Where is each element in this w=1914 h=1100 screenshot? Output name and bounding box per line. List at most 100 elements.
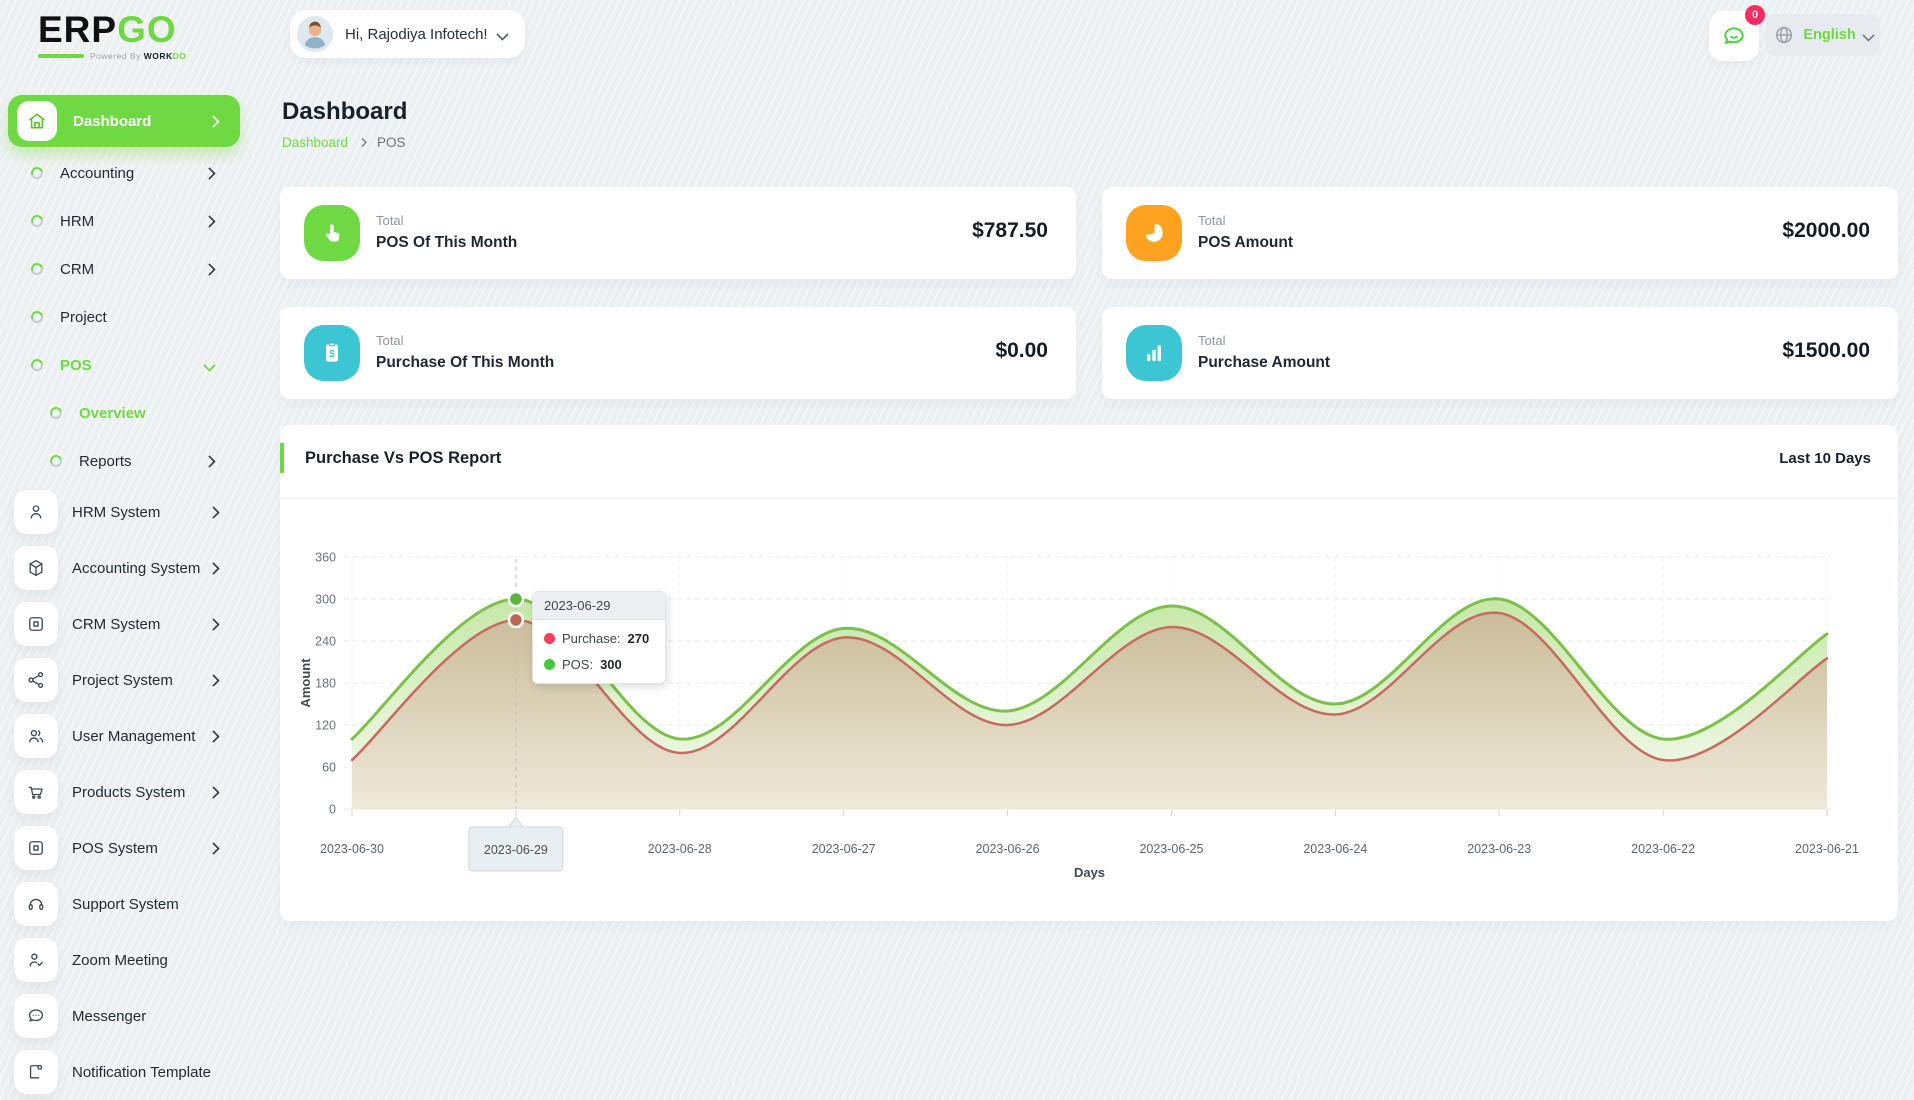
- sidebar-item-accounting[interactable]: Accounting: [0, 149, 248, 197]
- svg-text:Amount: Amount: [298, 658, 313, 708]
- messages-button[interactable]: 0: [1709, 11, 1759, 61]
- sidebar-item-pos[interactable]: POS: [0, 341, 248, 389]
- stat-title: POS Of This Month: [376, 234, 517, 252]
- template-icon: [14, 1050, 58, 1094]
- bullet-icon: [48, 453, 64, 469]
- sidebar-main-menu: Accounting HRM CRM Project POS Overview: [0, 149, 248, 485]
- svg-text:120: 120: [315, 719, 336, 733]
- tooltip-date: 2023-06-29: [533, 592, 665, 620]
- sidebar-item-crm[interactable]: CRM: [0, 245, 248, 293]
- cube-icon: [14, 546, 58, 590]
- sidebar-item-pos-system[interactable]: POS System: [0, 820, 248, 876]
- svg-text:180: 180: [315, 677, 336, 691]
- chart-tooltip: 2023-06-29 Purchase: 270 POS: 300: [532, 591, 666, 684]
- svg-text:2023-06-28: 2023-06-28: [648, 842, 712, 856]
- stat-value: $787.50: [972, 219, 1048, 243]
- svg-text:2023-06-24: 2023-06-24: [1303, 842, 1367, 856]
- window-icon: [14, 826, 58, 870]
- sidebar-item-notification-template[interactable]: Notification Template: [0, 1044, 248, 1100]
- sidebar-item-hrm[interactable]: HRM: [0, 197, 248, 245]
- pie-chart-icon: [1126, 205, 1182, 261]
- svg-text:2023-06-29: 2023-06-29: [484, 843, 548, 857]
- chevron-right-icon: [207, 618, 220, 631]
- sidebar: ERPGO Powered By WORKDO Dashboard Accoun…: [0, 0, 248, 1080]
- sidebar-item-hrm-system[interactable]: HRM System: [0, 484, 248, 540]
- chevron-right-icon: [203, 167, 216, 180]
- chevron-right-icon: [358, 138, 368, 148]
- svg-text:2023-06-30: 2023-06-30: [320, 842, 384, 856]
- bar-chart-icon: [1126, 325, 1182, 381]
- share-icon: [14, 658, 58, 702]
- user-menu-button[interactable]: Hi, Rajodiya Infotech!: [290, 10, 525, 58]
- stat-label: Total: [1198, 333, 1330, 348]
- purchase-series-dot: [544, 633, 555, 644]
- user-greeting: Hi, Rajodiya Infotech!: [345, 26, 488, 43]
- stat-label: Total: [376, 333, 554, 348]
- svg-text:2023-06-25: 2023-06-25: [1139, 842, 1203, 856]
- chevron-right-icon: [203, 263, 216, 276]
- svg-text:2023-06-27: 2023-06-27: [812, 842, 876, 856]
- sidebar-item-pos-reports[interactable]: Reports: [0, 437, 248, 485]
- chevron-right-icon: [207, 842, 220, 855]
- chevron-down-icon: [203, 359, 216, 372]
- users-icon: [14, 714, 58, 758]
- home-icon: [17, 101, 57, 141]
- tap-icon: [304, 205, 360, 261]
- user-check-icon: [14, 938, 58, 982]
- stat-label: Total: [1198, 213, 1293, 228]
- bullet-icon: [29, 165, 45, 181]
- app-logo[interactable]: ERPGO Powered By WORKDO: [38, 10, 186, 61]
- svg-text:360: 360: [315, 551, 336, 565]
- language-label: English: [1803, 27, 1855, 43]
- chevron-right-icon: [207, 562, 220, 575]
- chat-bubble-icon: [1721, 23, 1747, 49]
- bullet-icon: [29, 357, 45, 373]
- sidebar-item-project[interactable]: Project: [0, 293, 248, 341]
- chevron-right-icon: [207, 674, 220, 687]
- sidebar-item-accounting-system[interactable]: Accounting System: [0, 540, 248, 596]
- main-content: Dashboard Dashboard POS Total POS Of Thi…: [280, 80, 1898, 921]
- breadcrumb: Dashboard POS: [282, 135, 1898, 150]
- tooltip-row-purchase: Purchase: 270: [533, 631, 665, 646]
- sidebar-item-user-management[interactable]: User Management: [0, 708, 248, 764]
- sidebar-item-dashboard[interactable]: Dashboard: [8, 95, 240, 147]
- stat-title: Purchase Of This Month: [376, 354, 554, 372]
- cart-icon: [14, 770, 58, 814]
- svg-text:2023-06-22: 2023-06-22: [1631, 842, 1695, 856]
- sidebar-item-messenger[interactable]: Messenger: [0, 988, 248, 1044]
- sidebar-item-zoom-meeting[interactable]: Zoom Meeting: [0, 932, 248, 988]
- globe-icon: [1773, 24, 1795, 46]
- chevron-right-icon: [203, 215, 216, 228]
- svg-text:Days: Days: [1074, 865, 1105, 880]
- chevron-down-icon: [1862, 29, 1875, 42]
- message-count-badge: 0: [1745, 5, 1765, 25]
- stat-card-pos-amount: Total POS Amount $2000.00: [1102, 187, 1898, 279]
- svg-text:60: 60: [322, 761, 336, 775]
- sidebar-item-pos-overview[interactable]: Overview: [0, 389, 248, 437]
- sidebar-item-crm-system[interactable]: CRM System: [0, 596, 248, 652]
- breadcrumb-dashboard-link[interactable]: Dashboard: [282, 135, 348, 150]
- purchase-vs-pos-chart[interactable]: 0601201802403003602023-06-302023-06-2920…: [280, 425, 1898, 921]
- bullet-icon: [29, 213, 45, 229]
- logo-underline: [38, 54, 84, 58]
- sidebar-item-project-system[interactable]: Project System: [0, 652, 248, 708]
- chevron-right-icon: [207, 115, 220, 128]
- breadcrumb-current: POS: [377, 135, 406, 150]
- chevron-right-icon: [207, 786, 220, 799]
- stat-cards: Total POS Of This Month $787.50 Total PO…: [280, 187, 1898, 399]
- user-icon: [14, 490, 58, 534]
- logo-text: ERPGO: [38, 10, 186, 50]
- language-selector[interactable]: English: [1766, 14, 1880, 56]
- sidebar-systems-menu: HRM System Accounting System CRM System …: [0, 484, 248, 1100]
- sidebar-item-support-system[interactable]: Support System: [0, 876, 248, 932]
- stat-value: $0.00: [995, 339, 1048, 363]
- invoice-icon: $: [304, 325, 360, 381]
- chat-icon: [14, 994, 58, 1038]
- stat-card-pos-month: Total POS Of This Month $787.50: [280, 187, 1076, 279]
- stat-card-purchase-month: $ Total Purchase Of This Month $0.00: [280, 307, 1076, 399]
- sidebar-item-label: Dashboard: [73, 113, 151, 130]
- sidebar-item-products-system[interactable]: Products System: [0, 764, 248, 820]
- svg-text:300: 300: [315, 593, 336, 607]
- svg-text:240: 240: [315, 635, 336, 649]
- bullet-icon: [48, 405, 64, 421]
